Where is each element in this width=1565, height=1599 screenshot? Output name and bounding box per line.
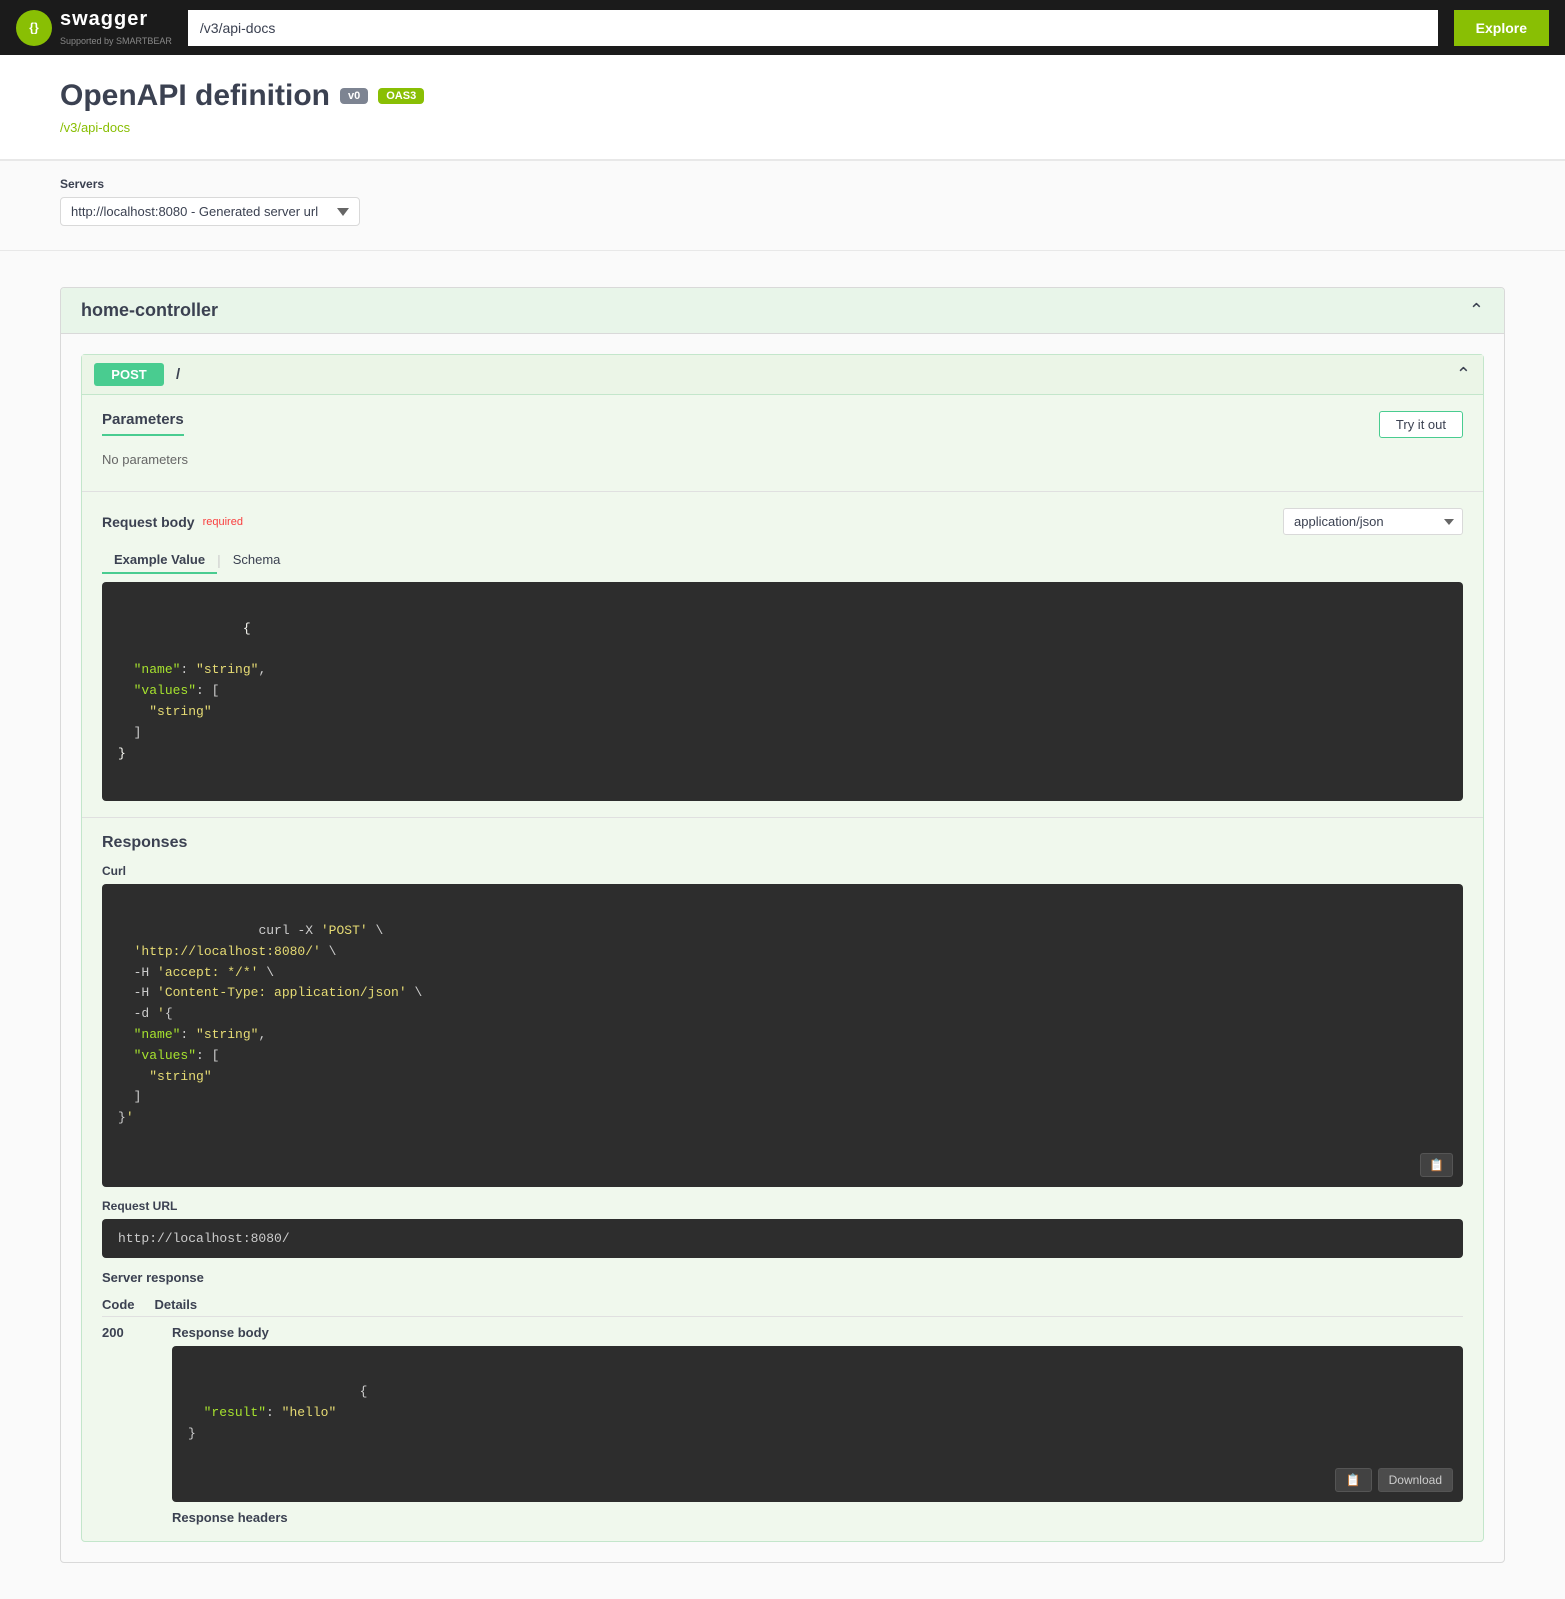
no-parameters-text: No parameters xyxy=(102,444,1463,475)
swagger-tagline: Supported by SMARTBEAR xyxy=(60,36,172,46)
page-title: OpenAPI definition xyxy=(60,79,330,113)
code-bracket-close: } xyxy=(118,746,126,761)
server-response-section: Server response Code Details 200 Respons… xyxy=(102,1270,1463,1526)
required-label: required xyxy=(203,516,243,528)
parameters-section: Parameters Try it out No parameters xyxy=(82,395,1483,492)
controllers-wrapper: home-controller ⌃ POST / ⌃ xyxy=(0,251,1565,1599)
code-key-name: "name" xyxy=(134,662,181,677)
tab-schema[interactable]: Schema xyxy=(221,547,293,574)
swagger-svg-icon: {} xyxy=(23,17,45,39)
svg-text:{}: {} xyxy=(29,20,39,34)
explore-button[interactable]: Explore xyxy=(1454,10,1549,46)
server-select[interactable]: http://localhost:8080 - Generated server… xyxy=(60,197,360,226)
example-code-block: { "name": "string", "values": [ "string"… xyxy=(102,582,1463,801)
servers-label: Servers xyxy=(60,177,1505,191)
server-response-title: Server response xyxy=(102,1270,1463,1285)
download-button[interactable]: Download xyxy=(1378,1468,1453,1492)
curl-code-text: curl -X 'POST' \ 'http://localhost:8080/… xyxy=(118,923,422,1125)
try-it-out-button[interactable]: Try it out xyxy=(1379,411,1463,438)
controller-section: home-controller ⌃ POST / ⌃ xyxy=(60,287,1505,1563)
top-header: {} swagger Supported by SMARTBEAR Explor… xyxy=(0,0,1565,55)
endpoint-header[interactable]: POST / ⌃ xyxy=(82,355,1483,395)
request-body-title: Request body required xyxy=(102,514,243,530)
tab-example-value[interactable]: Example Value xyxy=(102,547,217,574)
endpoint-wrapper: POST / ⌃ Parameters xyxy=(61,334,1504,1562)
response-body-code: { "result": "hello" } xyxy=(188,1384,367,1441)
response-action-buttons: 📋 Download xyxy=(1335,1468,1453,1492)
title-row: OpenAPI definition v0 OAS3 xyxy=(60,79,1505,113)
curl-label: Curl xyxy=(102,864,1463,878)
swagger-logo-text-block: swagger Supported by SMARTBEAR xyxy=(60,8,172,47)
code-key-values: "values" xyxy=(134,683,196,698)
swagger-wordmark: swagger xyxy=(60,8,172,31)
code-value-name: "string" xyxy=(196,662,258,677)
swagger-logo: {} swagger Supported by SMARTBEAR xyxy=(16,8,172,47)
parameters-header-row: Parameters Try it out xyxy=(102,411,1463,444)
app-container: {} swagger Supported by SMARTBEAR Explor… xyxy=(0,0,1565,1599)
code-column-header: Code xyxy=(102,1297,135,1312)
parameters-title: Parameters xyxy=(102,411,184,436)
code-value-string: "string" xyxy=(149,704,211,719)
parameters-title-block: Parameters xyxy=(102,411,184,444)
method-badge-post: POST xyxy=(94,363,164,386)
swagger-logo-icon: {} xyxy=(16,10,52,46)
example-tabs: Example Value | Schema xyxy=(102,547,1463,574)
api-url-link[interactable]: /v3/api-docs xyxy=(60,120,130,135)
controller-header[interactable]: home-controller ⌃ xyxy=(61,288,1504,334)
collapse-icon[interactable]: ⌃ xyxy=(1456,364,1471,385)
response-table-row: 200 Response body { "result": "hello" } … xyxy=(102,1325,1463,1526)
endpoint-container: POST / ⌃ Parameters xyxy=(81,354,1484,1542)
curl-code-block: curl -X 'POST' \ 'http://localhost:8080/… xyxy=(102,884,1463,1186)
response-code-200: 200 xyxy=(102,1325,152,1340)
endpoint-left: POST / xyxy=(94,363,180,386)
endpoint-path: / xyxy=(176,366,180,383)
curl-subsection: Curl curl -X 'POST' \ 'http://localhost:… xyxy=(102,864,1463,1186)
oas3-badge: OAS3 xyxy=(378,88,424,104)
api-url-input[interactable] xyxy=(188,10,1438,46)
request-body-label: Request body xyxy=(102,514,195,530)
request-body-header: Request body required application/json xyxy=(102,508,1463,535)
response-body-label: Response body xyxy=(172,1325,1463,1340)
servers-section: Servers http://localhost:8080 - Generate… xyxy=(0,161,1565,251)
response-headers-label: Response headers xyxy=(172,1510,1463,1525)
response-copy-button[interactable]: 📋 xyxy=(1335,1468,1372,1492)
response-body-code-block: { "result": "hello" } 📋 Download xyxy=(172,1346,1463,1503)
request-url-block: http://localhost:8080/ xyxy=(102,1219,1463,1258)
version-badge: v0 xyxy=(340,88,368,104)
code-bracket-open: { xyxy=(243,621,251,636)
controller-title: home-controller xyxy=(81,300,218,321)
curl-copy-button[interactable]: 📋 xyxy=(1420,1153,1453,1177)
request-url-subsection: Request URL http://localhost:8080/ xyxy=(102,1199,1463,1258)
responses-title: Responses xyxy=(102,834,1463,852)
details-column-header: Details xyxy=(155,1297,198,1312)
responses-section: Responses Curl curl -X 'POST' \ 'http://… xyxy=(82,818,1483,1541)
request-body-section: Request body required application/json E… xyxy=(82,492,1483,818)
response-details: Response body { "result": "hello" } 📋 Do… xyxy=(172,1325,1463,1526)
content-type-select[interactable]: application/json xyxy=(1283,508,1463,535)
chevron-up-icon: ⌃ xyxy=(1469,300,1484,321)
request-url-label: Request URL xyxy=(102,1199,1463,1213)
title-section: OpenAPI definition v0 OAS3 /v3/api-docs xyxy=(0,55,1565,161)
endpoint-body: Parameters Try it out No parameters Requ… xyxy=(82,395,1483,1541)
